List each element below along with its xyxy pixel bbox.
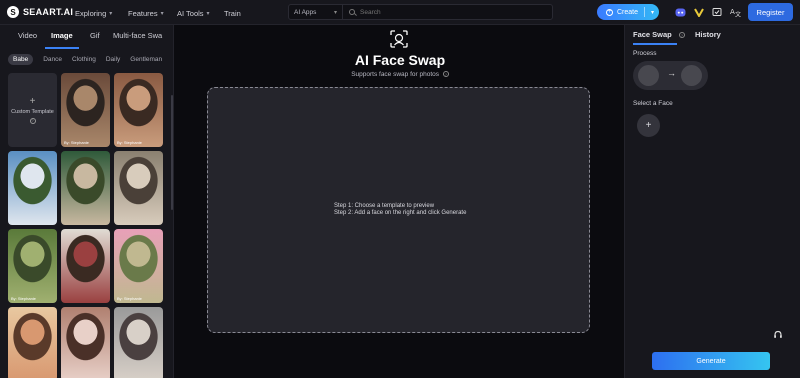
- template-card[interactable]: By: Stephanie: [61, 73, 110, 147]
- template-card[interactable]: By: Stephanie: [8, 229, 57, 303]
- info-icon[interactable]: ?: [442, 71, 449, 77]
- template-card[interactable]: [8, 307, 57, 378]
- subtitle-text: Supports face swap for photos: [351, 71, 439, 78]
- svg-text:文: 文: [735, 11, 741, 18]
- search-scope-label: AI Apps: [294, 8, 317, 16]
- discord-icon[interactable]: [674, 6, 686, 18]
- generate-button[interactable]: Generate: [652, 352, 770, 370]
- logo-mark-icon: S: [7, 6, 19, 18]
- category-chips: Babe Dance Clothing Daily Gentleman: [8, 53, 172, 65]
- bolt-v-icon[interactable]: [693, 6, 705, 18]
- tab-face-swap[interactable]: Face Swap ?: [633, 30, 685, 39]
- instructions: Step 1: Choose a template to preview Ste…: [334, 203, 466, 217]
- chip-gentleman[interactable]: Gentleman: [130, 56, 162, 63]
- step-2-text: Step 2: Add a face on the right and clic…: [334, 210, 467, 216]
- chevron-down-icon: ▾: [109, 11, 113, 17]
- template-card[interactable]: By: Stephanie: [114, 73, 163, 147]
- add-face-button[interactable]: +: [637, 114, 660, 137]
- active-tab-indicator: [45, 47, 79, 49]
- search-bar: AI Apps ▾: [288, 4, 553, 20]
- chip-dance[interactable]: Dance: [43, 56, 62, 63]
- template-byline: By: Stephanie: [11, 296, 36, 301]
- template-byline: By: Stephanie: [64, 140, 89, 145]
- chevron-down-icon: ▾: [160, 11, 164, 17]
- nav-exploring-label: Exploring: [75, 9, 107, 18]
- search-scope-select[interactable]: AI Apps ▾: [289, 5, 343, 19]
- plus-icon: +: [29, 95, 36, 107]
- chevron-down-icon[interactable]: ▾: [651, 9, 654, 16]
- help-icon[interactable]: ?: [29, 117, 36, 124]
- tab-multi-face-swap[interactable]: Multi-face Swa: [113, 31, 162, 40]
- source-face-slot: [638, 65, 659, 86]
- tab-face-swap-label: Face Swap: [633, 30, 672, 39]
- custom-template-label: Custom Template: [11, 108, 54, 115]
- template-card[interactable]: [61, 307, 110, 378]
- chip-babe[interactable]: Babe: [8, 53, 34, 65]
- tab-video[interactable]: Video: [18, 31, 37, 40]
- face-scan-icon: [390, 30, 408, 48]
- media-tabs: Video Image Gif Multi-face Swa: [0, 29, 173, 49]
- nav-exploring[interactable]: Exploring ▾: [75, 9, 112, 18]
- top-bar: S SEAART.AI Exploring ▾ Features ▾ AI Tool…: [0, 0, 800, 25]
- search-input[interactable]: [360, 8, 540, 16]
- search-icon: [349, 9, 355, 15]
- task-icon[interactable]: [711, 6, 723, 18]
- active-tab-indicator: [633, 43, 677, 45]
- template-byline: By: Stephanie: [117, 296, 142, 301]
- target-face-slot: [681, 65, 702, 86]
- nav-train-label: Train: [224, 9, 241, 18]
- scrollbar[interactable]: [171, 95, 173, 210]
- create-label: Create: [617, 8, 639, 16]
- template-panel: Video Image Gif Multi-face Swa Babe Danc…: [0, 25, 174, 378]
- template-byline: By: Stephanie: [117, 140, 142, 145]
- step-1-text: Step 1: Choose a template to preview: [334, 203, 435, 209]
- select-face-label: Select a Face: [633, 100, 673, 107]
- nav-features-label: Features: [128, 9, 158, 18]
- logo[interactable]: S SEAART.AI: [7, 6, 75, 18]
- chevron-down-icon: ▾: [206, 11, 210, 17]
- tab-history[interactable]: History: [695, 30, 721, 39]
- page-subtitle: Supports face swap for photos ?: [300, 71, 500, 78]
- create-button[interactable]: + Create ▾: [597, 4, 659, 20]
- chip-daily[interactable]: Daily: [106, 56, 120, 63]
- tab-gif[interactable]: Gif: [90, 31, 100, 40]
- divider: [644, 7, 645, 17]
- process-preview: →: [633, 61, 708, 90]
- process-label: Process: [633, 50, 657, 57]
- template-card[interactable]: [61, 229, 110, 303]
- template-card[interactable]: [114, 151, 163, 225]
- nav-ai-tools-label: AI Tools: [177, 9, 204, 18]
- nav-ai-tools[interactable]: AI Tools ▾: [177, 9, 210, 18]
- nav-features[interactable]: Features ▾: [128, 9, 164, 18]
- chip-clothing[interactable]: Clothing: [72, 56, 96, 63]
- page-title: AI Face Swap: [354, 52, 446, 68]
- info-icon[interactable]: ?: [678, 32, 685, 38]
- template-card[interactable]: [8, 151, 57, 225]
- template-card[interactable]: [61, 151, 110, 225]
- logo-text: SEAART.AI: [23, 7, 74, 17]
- arrow-right-icon: →: [667, 68, 676, 78]
- register-button[interactable]: Register: [748, 3, 793, 21]
- translate-icon[interactable]: A文: [729, 6, 741, 18]
- headset-support-icon[interactable]: [773, 330, 783, 340]
- nav-train[interactable]: Train: [224, 9, 241, 18]
- tab-image[interactable]: Image: [51, 31, 73, 40]
- chevron-down-icon: ▾: [333, 9, 337, 16]
- plus-circle-icon: +: [606, 8, 613, 16]
- template-card[interactable]: [114, 307, 163, 378]
- custom-template-card[interactable]: + Custom Template ?: [8, 73, 57, 147]
- template-card[interactable]: By: Stephanie: [114, 229, 163, 303]
